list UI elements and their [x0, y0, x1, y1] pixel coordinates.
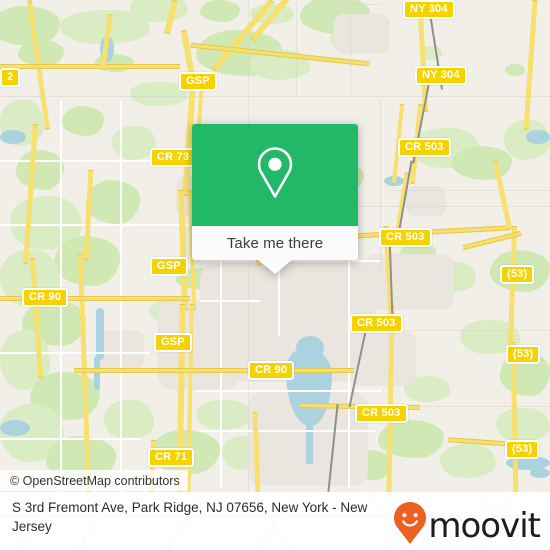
highway-shield: CR 503 [355, 404, 408, 423]
map-canvas[interactable]: 2 GSP NY 304 NY 304 CR 73 CR 503 CR 503 GSP (53)… [0, 0, 550, 492]
moovit-logo[interactable]: moovit [393, 501, 541, 550]
highway-shield: (53) [506, 345, 541, 364]
popup-tail [258, 260, 292, 274]
highway-shield: CR 503 [350, 314, 403, 333]
highway-shield: CR 90 [22, 288, 69, 307]
map-pin-icon [252, 144, 298, 207]
moovit-smiley-pin-icon [393, 501, 427, 550]
highway-shield: CR 503 [379, 228, 432, 247]
popup-action-row[interactable]: Take me there [192, 226, 358, 260]
highway-shield: CR 71 [148, 448, 195, 467]
footer-bar: S 3rd Fremont Ave, Park Ridge, NJ 07656,… [0, 492, 550, 550]
location-address: S 3rd Fremont Ave, Park Ridge, NJ 07656,… [12, 500, 368, 534]
highway-shield: 2 [0, 68, 21, 87]
highway-shield: CR 90 [248, 361, 295, 380]
take-me-there-label: Take me there [226, 234, 324, 252]
highway-shield: GSP [179, 72, 217, 91]
highway-shield: (53) [500, 265, 535, 284]
highway-shield: CR 503 [398, 138, 451, 157]
map-attribution[interactable]: © OpenStreetMap contributors [0, 470, 188, 491]
popup-header [192, 124, 358, 226]
highway-shield: GSP [150, 257, 188, 276]
highway-shield: CR 73 [150, 148, 197, 167]
attribution-text: © OpenStreetMap contributors [10, 473, 180, 488]
moovit-wordmark: moovit [428, 505, 541, 546]
highway-shield: GSP [154, 333, 192, 352]
destination-popup[interactable]: Take me there [192, 124, 358, 274]
moovit-location-card: 2 GSP NY 304 NY 304 CR 73 CR 503 CR 503 GSP (53)… [0, 0, 550, 550]
highway-shield: NY 304 [403, 0, 455, 19]
highway-shield: NY 304 [415, 66, 467, 85]
highway-shield: (53) [505, 440, 540, 459]
